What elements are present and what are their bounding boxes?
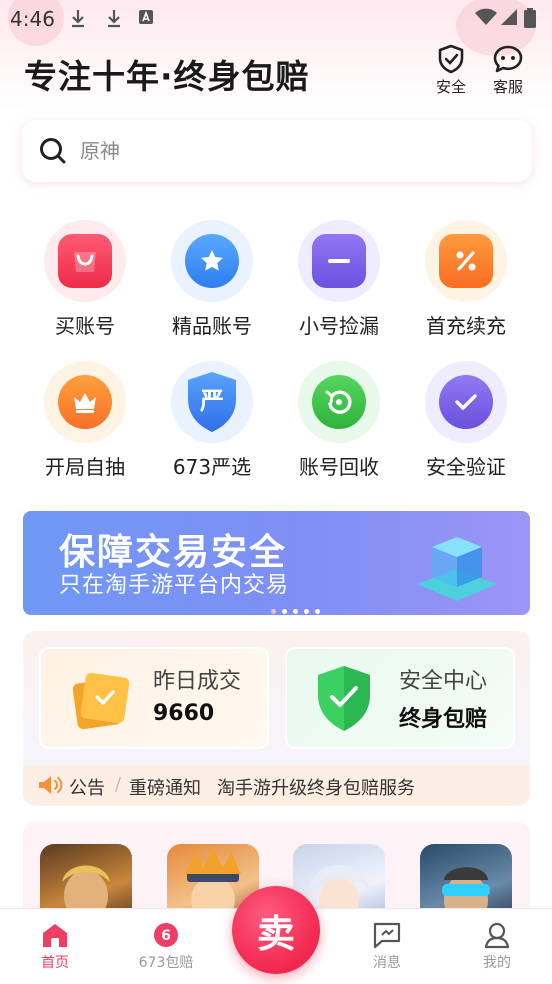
pagination-dot[interactable] — [293, 609, 298, 614]
recycle-icon — [325, 390, 352, 414]
banner-subtitle: 只在淘手游平台内交易 — [59, 573, 290, 598]
icon-tile — [185, 234, 239, 288]
percent-icon — [456, 251, 476, 271]
yesterday-deals-label: 昨日成交 — [153, 669, 242, 694]
grid-item-label: 开局自抽 — [45, 455, 125, 479]
signal-icon — [501, 9, 517, 25]
icon-halo — [425, 220, 507, 302]
grid-item-account-recycle[interactable]: 账号回收 — [279, 361, 399, 480]
announcement-bar[interactable]: 公告 / 重磅通知 淘手游升级终身包赔服务 — [23, 765, 530, 805]
yesterday-deals-value: 9660 — [153, 701, 215, 726]
promo-banner[interactable]: 保障交易安全 只在淘手游平台内交易 — [23, 511, 530, 615]
shield-check-icon — [318, 666, 370, 731]
nav-mine-label: 我的 — [483, 955, 511, 971]
search-input[interactable] — [80, 133, 500, 169]
security-label: 安全 — [435, 78, 466, 96]
download-icon — [72, 10, 84, 28]
download-icon — [108, 10, 120, 28]
shopping-bag-icon — [74, 252, 96, 272]
status-bar: 4:46 — [0, 0, 552, 38]
grid-item-label: 安全验证 — [426, 455, 506, 479]
yesterday-deals-card[interactable]: 昨日成交 9660 — [39, 647, 269, 749]
grid-item-label: 小号捡漏 — [299, 314, 379, 338]
status-time: 4:46 — [10, 7, 55, 31]
cube-illustration — [417, 537, 497, 601]
nav-home[interactable]: 首页 — [15, 921, 95, 972]
ticket-icon — [72, 672, 130, 730]
icon-tile — [439, 375, 493, 429]
grid-item-security-verify[interactable]: 安全验证 — [406, 361, 526, 480]
grid-item-starter-draw[interactable]: 开局自抽 — [25, 361, 145, 480]
grid-item-label: 账号回收 — [299, 455, 379, 479]
sell-label: 卖 — [256, 911, 295, 956]
search-icon — [40, 138, 66, 164]
pagination-dot[interactable] — [315, 609, 320, 614]
stats-panel: 昨日成交 9660 安全中心 终身包赔 公告 / 重磅通知 淘手游升级终身包赔服… — [23, 631, 530, 806]
icon-halo — [44, 361, 126, 443]
service-label: 客服 — [492, 78, 523, 96]
icon-tile — [439, 234, 493, 288]
icon-halo — [44, 220, 126, 302]
grid-item-label: 精品账号 — [172, 314, 252, 338]
pagination-dot[interactable] — [282, 609, 287, 614]
nav-compensation[interactable]: 6 673包赔 — [126, 921, 206, 972]
security-center-card[interactable]: 安全中心 终身包赔 — [285, 647, 515, 749]
pagination-dot[interactable] — [271, 609, 276, 614]
security-button[interactable]: 安全 — [428, 44, 474, 100]
crown-icon — [74, 393, 96, 413]
icon-halo — [171, 220, 253, 302]
grid-item-673-selection[interactable]: 严 673严选 — [152, 361, 272, 480]
star-icon — [201, 250, 223, 271]
page-title: 专注十年·终身包赔 — [24, 57, 310, 96]
message-icon — [373, 922, 401, 949]
check-icon — [455, 394, 477, 410]
icon-halo: 严 — [171, 361, 253, 443]
chat-bubble-icon — [493, 45, 523, 73]
battery-icon — [524, 8, 536, 28]
icon-tile — [312, 234, 366, 288]
icon-halo — [298, 361, 380, 443]
speaker-icon — [39, 776, 63, 794]
shield-check-icon — [438, 44, 464, 74]
nav-messages[interactable]: 消息 — [347, 921, 427, 972]
home-icon — [43, 924, 67, 947]
nav-mine[interactable]: 我的 — [457, 921, 537, 972]
icon-halo — [298, 220, 380, 302]
nav-compensation-label: 673包赔 — [138, 955, 194, 971]
security-center-value: 终身包赔 — [399, 707, 488, 732]
search-bar[interactable] — [22, 120, 532, 182]
wifi-icon — [475, 8, 497, 25]
icon-tile — [312, 375, 366, 429]
grid-item-label: 673严选 — [172, 455, 252, 479]
app-notification-icon — [139, 10, 153, 24]
grid-item-label: 买账号 — [55, 314, 115, 338]
nav-messages-label: 消息 — [373, 955, 401, 971]
profile-icon — [484, 922, 510, 949]
grid-item-bargain-accounts[interactable]: 小号捡漏 — [279, 220, 399, 339]
icon-halo — [425, 361, 507, 443]
banner-pagination — [271, 599, 326, 615]
announcement-text: 淘手游升级终身包赔服务 — [217, 778, 415, 799]
announcement-category: 重磅通知 — [129, 778, 201, 799]
pagination-dot[interactable] — [304, 609, 309, 614]
icon-tile — [58, 234, 112, 288]
announcement-separator: / — [115, 774, 122, 795]
sell-button[interactable]: 卖 — [232, 886, 320, 974]
grid-item-label: 首充续充 — [426, 314, 506, 338]
security-center-label: 安全中心 — [399, 669, 488, 694]
announcement-tag: 公告 — [69, 778, 105, 799]
customer-service-button[interactable]: 客服 — [485, 44, 531, 100]
icon-tile — [58, 375, 112, 429]
minus-icon — [328, 259, 350, 263]
grid-item-buy-account[interactable]: 买账号 — [25, 220, 145, 339]
grid-item-premium-account[interactable]: 精品账号 — [152, 220, 272, 339]
svg-text:6: 6 — [161, 928, 171, 944]
673-logo-icon: 6 — [154, 923, 178, 947]
svg-text:严: 严 — [200, 387, 224, 415]
shield-icon: 严 — [188, 372, 236, 432]
grid-item-first-recharge[interactable]: 首充续充 — [406, 220, 526, 339]
nav-home-label: 首页 — [41, 955, 69, 971]
